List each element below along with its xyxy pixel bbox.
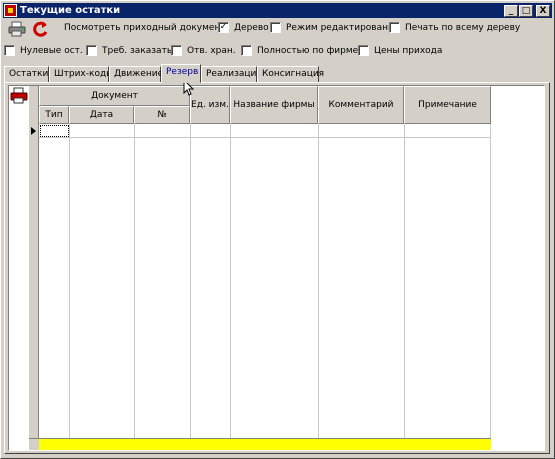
header-note[interactable]: Примечание xyxy=(404,86,491,124)
full-firm-checkbox[interactable]: Полностью по фирме xyxy=(241,45,358,56)
minimize-button[interactable]: _ xyxy=(504,4,518,17)
grid-line xyxy=(230,124,231,438)
tab-movement[interactable]: Движение xyxy=(109,66,163,83)
grid-line xyxy=(39,137,491,138)
grid-line xyxy=(404,124,405,438)
printer-icon[interactable] xyxy=(8,21,26,37)
print-whole-tree-checkbox[interactable]: Печать по всему дереву xyxy=(389,22,520,33)
grid-line xyxy=(134,124,135,438)
header-date[interactable]: Дата xyxy=(69,106,134,124)
window-title: Текущие остатки xyxy=(20,5,121,16)
grid-footer-totals xyxy=(39,438,491,450)
edit-mode-checkbox[interactable]: Режим редактирования xyxy=(270,22,399,33)
header-unit[interactable]: Ед. изм. xyxy=(190,86,230,124)
need-order-checkbox[interactable]: Треб. заказать xyxy=(86,45,172,56)
row-header-column xyxy=(29,86,39,450)
header-type[interactable]: Тип xyxy=(39,106,69,124)
grid-printer-icon[interactable] xyxy=(9,86,29,106)
title-bar[interactable]: Текущие остатки _ □ X xyxy=(3,3,552,18)
tab-reserve[interactable]: Резерв xyxy=(161,64,201,83)
header-number[interactable]: № xyxy=(134,106,190,124)
checkbox-box[interactable] xyxy=(171,45,182,56)
current-row-indicator xyxy=(31,127,36,135)
table-row[interactable] xyxy=(40,125,69,137)
checkbox-box[interactable] xyxy=(4,45,15,56)
tab-stock[interactable]: Остатки xyxy=(4,66,49,83)
close-button[interactable]: X xyxy=(536,4,550,17)
checkbox-box[interactable]: ✓ xyxy=(218,22,229,33)
grid-line xyxy=(190,124,191,438)
checkbox-box[interactable] xyxy=(86,45,97,56)
header-firm-name[interactable]: Название фирмы xyxy=(230,86,318,124)
view-document-button[interactable]: Посмотреть приходный документ xyxy=(64,23,226,33)
refresh-icon[interactable] xyxy=(32,21,50,37)
custody-checkbox[interactable]: Отв. хран. xyxy=(171,45,236,56)
checkbox-box[interactable] xyxy=(358,45,369,56)
tab-consignment[interactable]: Консигнация xyxy=(257,66,324,83)
receipt-prices-checkbox[interactable]: Цены прихода xyxy=(358,45,442,56)
app-icon xyxy=(4,4,17,17)
checkbox-box[interactable] xyxy=(389,22,400,33)
grid-line xyxy=(69,124,70,438)
data-grid[interactable] xyxy=(8,85,545,451)
header-comment[interactable]: Комментарий xyxy=(318,86,404,124)
grid-line xyxy=(490,124,491,438)
tab-sales[interactable]: Реализация xyxy=(201,66,262,83)
footer-row-header xyxy=(29,438,39,450)
tree-checkbox[interactable]: ✓ Дерево xyxy=(218,22,269,33)
tab-barcodes[interactable]: Штрих-коды xyxy=(49,66,113,83)
zero-stock-checkbox[interactable]: Нулевые ост. xyxy=(4,45,83,56)
grid-line xyxy=(318,124,319,438)
maximize-button[interactable]: □ xyxy=(519,4,533,17)
checkbox-box[interactable] xyxy=(241,45,252,56)
header-document[interactable]: Документ xyxy=(39,86,190,106)
checkbox-box[interactable] xyxy=(270,22,281,33)
